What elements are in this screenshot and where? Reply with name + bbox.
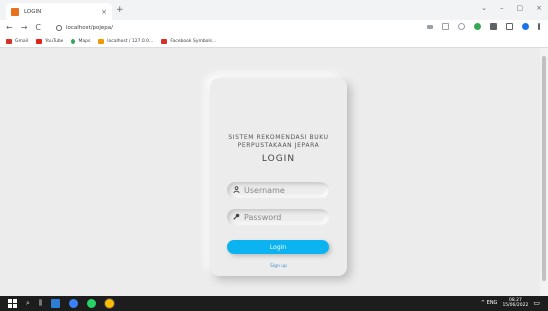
signup-link[interactable]: Sign up bbox=[210, 264, 347, 269]
bookmark-maps[interactable]: Maps bbox=[71, 39, 90, 44]
login-card: SISTEM REKOMENDASI BUKU PERPUSTAKAAN JEP… bbox=[210, 78, 347, 276]
taskbar-clock[interactable]: 08.27 15/06/2022 bbox=[502, 298, 528, 308]
whatsapp-icon[interactable] bbox=[87, 299, 97, 308]
bookmark-label: YouTube bbox=[45, 39, 64, 44]
reload-button[interactable]: C bbox=[35, 23, 41, 33]
browser-toolbar: ← → C localhost/pojepa/ bbox=[0, 20, 548, 36]
bookmarks-bar: Gmail YouTube Maps localhost / 127.0.0..… bbox=[0, 36, 548, 48]
notification-icon[interactable]: ▭ bbox=[533, 299, 540, 307]
minimize-button[interactable]: – bbox=[500, 4, 504, 12]
bookmark-localhost[interactable]: localhost / 127.0.0... bbox=[98, 39, 153, 44]
bookmark-label: Gmail bbox=[15, 39, 29, 44]
star-icon[interactable] bbox=[458, 23, 465, 30]
puzzle-icon[interactable] bbox=[490, 23, 497, 30]
system-tray: ^ ENG 08.27 15/06/2022 ▭ bbox=[481, 298, 540, 308]
key-icon[interactable] bbox=[427, 24, 433, 29]
extension-icons bbox=[427, 23, 540, 30]
clock-date: 15/06/2022 bbox=[502, 303, 529, 308]
password-input[interactable] bbox=[244, 212, 324, 222]
maximize-button[interactable]: ▢ bbox=[517, 4, 524, 12]
windows-start-icon[interactable] bbox=[8, 299, 17, 308]
login-button[interactable]: Login bbox=[227, 240, 329, 254]
browser-tab[interactable]: LOGIN × bbox=[6, 3, 112, 20]
sidepanel-icon[interactable] bbox=[506, 23, 513, 30]
maps-pin-icon bbox=[71, 39, 76, 44]
page-scrollbar[interactable] bbox=[540, 48, 548, 296]
tab-title: LOGIN bbox=[24, 8, 42, 15]
file-explorer-icon[interactable] bbox=[51, 299, 61, 308]
nav-buttons: ← → C bbox=[6, 23, 41, 33]
address-bar[interactable]: localhost/pojepa/ bbox=[50, 22, 440, 34]
bookmark-gmail[interactable]: Gmail bbox=[6, 39, 28, 44]
task-view-icon[interactable]: ⫼ bbox=[39, 299, 42, 308]
login-heading: LOGIN bbox=[261, 154, 296, 164]
username-field[interactable] bbox=[227, 182, 329, 198]
tray-icons[interactable]: ^ ENG bbox=[481, 300, 498, 306]
profile-avatar-icon[interactable] bbox=[522, 23, 529, 30]
scrollbar-thumb[interactable] bbox=[542, 56, 546, 281]
key-icon bbox=[233, 213, 241, 222]
menu-icon[interactable] bbox=[538, 23, 540, 30]
forward-button[interactable]: → bbox=[21, 23, 28, 33]
back-button[interactable]: ← bbox=[6, 23, 13, 33]
tab-search-icon[interactable]: ⌄ bbox=[481, 4, 487, 12]
bookmark-label: localhost / 127.0.0... bbox=[107, 39, 154, 44]
new-tab-button[interactable]: + bbox=[116, 5, 124, 15]
bookmark-label: Facebook Symbols... bbox=[170, 39, 217, 44]
gmail-icon bbox=[6, 39, 12, 44]
extension-green-icon[interactable] bbox=[474, 23, 481, 30]
username-input[interactable] bbox=[244, 185, 324, 195]
tab-strip: LOGIN × + ⌄ – ▢ × bbox=[0, 0, 548, 20]
page-viewport: SISTEM REKOMENDASI BUKU PERPUSTAKAAN JEP… bbox=[0, 48, 548, 296]
url-text: localhost/pojepa/ bbox=[66, 25, 114, 31]
site-info-icon[interactable] bbox=[56, 25, 62, 31]
close-button[interactable]: × bbox=[536, 4, 542, 12]
favicon-icon bbox=[11, 7, 19, 16]
bookmark-youtube[interactable]: YouTube bbox=[36, 39, 63, 44]
share-icon[interactable] bbox=[442, 23, 449, 30]
phpmyadmin-icon bbox=[98, 39, 105, 44]
bookmark-label: Maps bbox=[78, 39, 91, 44]
search-icon[interactable]: ⌕ bbox=[26, 299, 30, 308]
facebook-symbols-icon bbox=[161, 39, 168, 44]
window-controls: ⌄ – ▢ × bbox=[481, 4, 542, 12]
youtube-icon bbox=[36, 39, 43, 44]
windows-taskbar: ⌕ ⫼ ^ ENG 08.27 15/06/2022 ▭ bbox=[0, 296, 548, 311]
tab-close-icon[interactable]: × bbox=[101, 8, 107, 16]
taskbar-apps: ⌕ ⫼ bbox=[8, 299, 115, 308]
edge-icon[interactable] bbox=[69, 299, 79, 308]
user-icon bbox=[233, 185, 241, 195]
bookmark-facebook-symbols[interactable]: Facebook Symbols... bbox=[161, 39, 216, 44]
password-field[interactable] bbox=[227, 209, 329, 225]
system-title: SISTEM REKOMENDASI BUKU PERPUSTAKAAN JEP… bbox=[228, 134, 329, 149]
chrome-icon[interactable] bbox=[105, 299, 115, 308]
